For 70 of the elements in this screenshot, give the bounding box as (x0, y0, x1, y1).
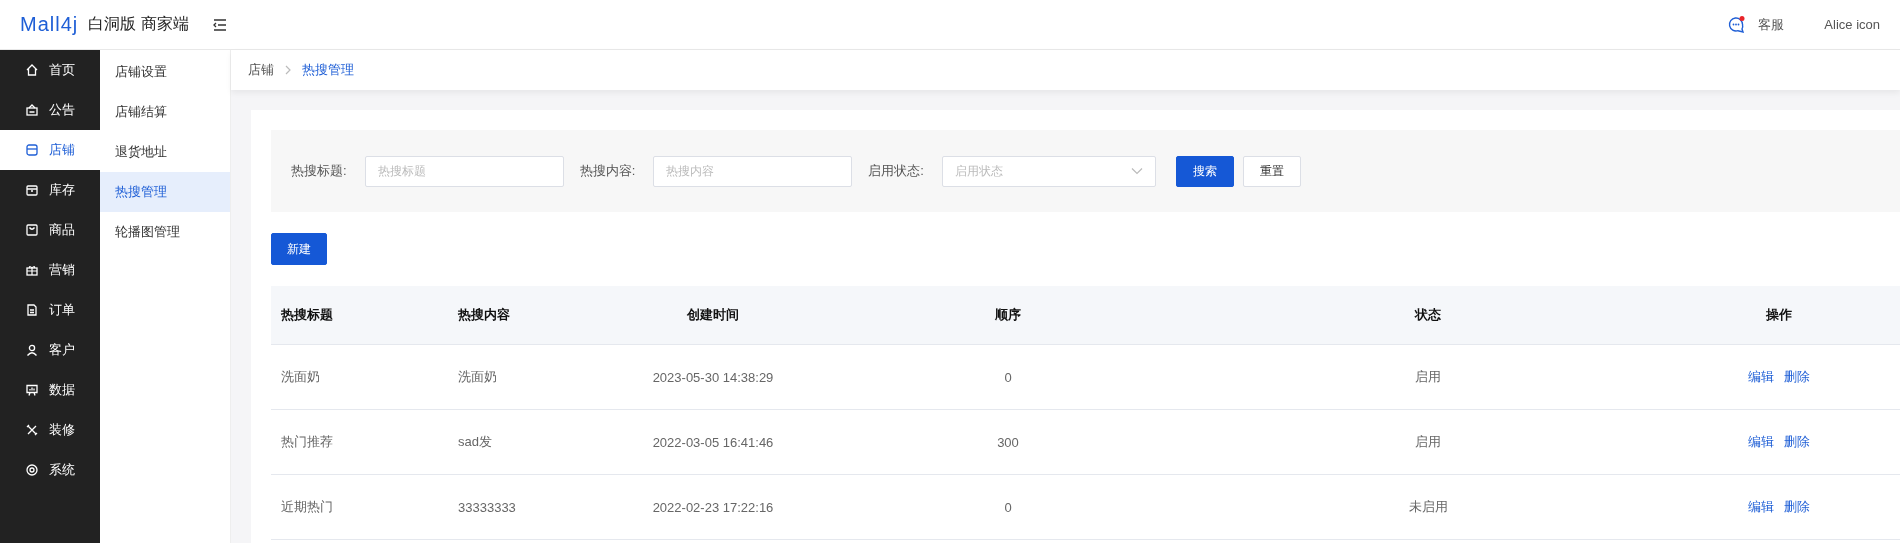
user-name[interactable]: Alice icon (1824, 17, 1880, 32)
logo: Mall4j (20, 13, 79, 36)
table-cell: 33333333 (448, 475, 608, 540)
table-cell: 洗面奶 (271, 345, 448, 410)
column-header: 操作 (1658, 286, 1900, 345)
submenu-item[interactable]: 店铺结算 (100, 92, 230, 132)
filter-label: 热搜内容: (579, 162, 636, 180)
breadcrumb-item[interactable]: 店铺 (248, 61, 274, 79)
home-icon (25, 63, 39, 77)
nav-item[interactable]: 店铺 (0, 130, 100, 170)
crate-icon (25, 183, 39, 197)
nav-item[interactable]: 装修 (0, 410, 100, 450)
table-cell: 300 (818, 410, 1198, 475)
table-cell: 未启用 (1198, 475, 1658, 540)
column-header: 创建时间 (608, 286, 818, 345)
filter-label: 热搜标题: (291, 162, 347, 180)
nav-item[interactable]: 系统 (0, 450, 100, 490)
text-input-field[interactable]: 热搜标题 (364, 155, 564, 187)
nav-item[interactable]: 数据 (0, 370, 100, 410)
text-input-field[interactable]: 热搜内容 (653, 155, 853, 187)
nav-item[interactable]: 客户 (0, 330, 100, 370)
table-cell: 热门推荐 (271, 410, 448, 475)
nav-item[interactable]: 商品 (0, 210, 100, 250)
bag-icon (25, 223, 39, 237)
reset-button[interactable]: 重置 (1242, 155, 1301, 187)
submenu-item[interactable]: 退货地址 (100, 132, 230, 172)
nav-item[interactable]: 营销 (0, 250, 100, 290)
delete-link[interactable]: 删除 (1784, 498, 1810, 516)
breadcrumb-item[interactable]: 热搜管理 (302, 61, 354, 79)
column-header: 热搜标题 (271, 286, 448, 345)
nav-item[interactable]: 公告 (0, 90, 100, 130)
table-cell: 2022-03-05 16:41:46 (608, 410, 818, 475)
document-icon (25, 303, 39, 317)
table-cell: 2022-02-23 17:22:16 (608, 475, 818, 540)
edit-link[interactable]: 编辑 (1748, 498, 1774, 516)
submenu-item[interactable]: 轮播图管理 (100, 212, 230, 252)
table-cell: 近期热门 (271, 475, 448, 540)
gift-icon (25, 263, 39, 277)
tray-icon (25, 143, 39, 157)
nav-item[interactable]: 首页 (0, 50, 100, 90)
table-cell: 启用 (1198, 410, 1658, 475)
chat-icon[interactable] (1727, 15, 1747, 34)
column-header: 热搜内容 (448, 286, 608, 345)
submenu-item[interactable]: 热搜管理 (100, 172, 230, 212)
menu-icon[interactable] (212, 18, 227, 31)
chart-board-icon (25, 383, 39, 397)
app-title: 白洞版 商家端 (88, 14, 189, 34)
user-icon (25, 343, 39, 357)
nav-item[interactable]: 库存 (0, 170, 100, 210)
table-cell: 启用 (1198, 345, 1658, 410)
column-header: 顺序 (818, 286, 1198, 345)
customer-service-link[interactable]: 客服 (1758, 15, 1785, 34)
box-icon (25, 103, 39, 117)
search-button[interactable]: 搜索 (1175, 155, 1234, 187)
column-header: 状态 (1198, 286, 1658, 345)
submenu-item[interactable]: 店铺设置 (100, 52, 230, 92)
edit-link[interactable]: 编辑 (1748, 433, 1774, 451)
table-cell: 2023-05-30 14:38:29 (608, 345, 818, 410)
table-cell: 洗面奶 (448, 345, 608, 410)
chevron-right-icon (284, 64, 292, 76)
delete-link[interactable]: 删除 (1784, 368, 1810, 386)
nav-item[interactable]: 订单 (0, 290, 100, 330)
chevron-down-icon (1130, 167, 1143, 175)
edit-link[interactable]: 编辑 (1748, 368, 1774, 386)
delete-link[interactable]: 删除 (1784, 433, 1810, 451)
table-cell: 0 (818, 345, 1198, 410)
create-button[interactable]: 新建 (271, 233, 327, 265)
filter-label: 启用状态: (868, 162, 924, 180)
table-cell: sad发 (448, 410, 608, 475)
table-cell: 0 (818, 475, 1198, 540)
